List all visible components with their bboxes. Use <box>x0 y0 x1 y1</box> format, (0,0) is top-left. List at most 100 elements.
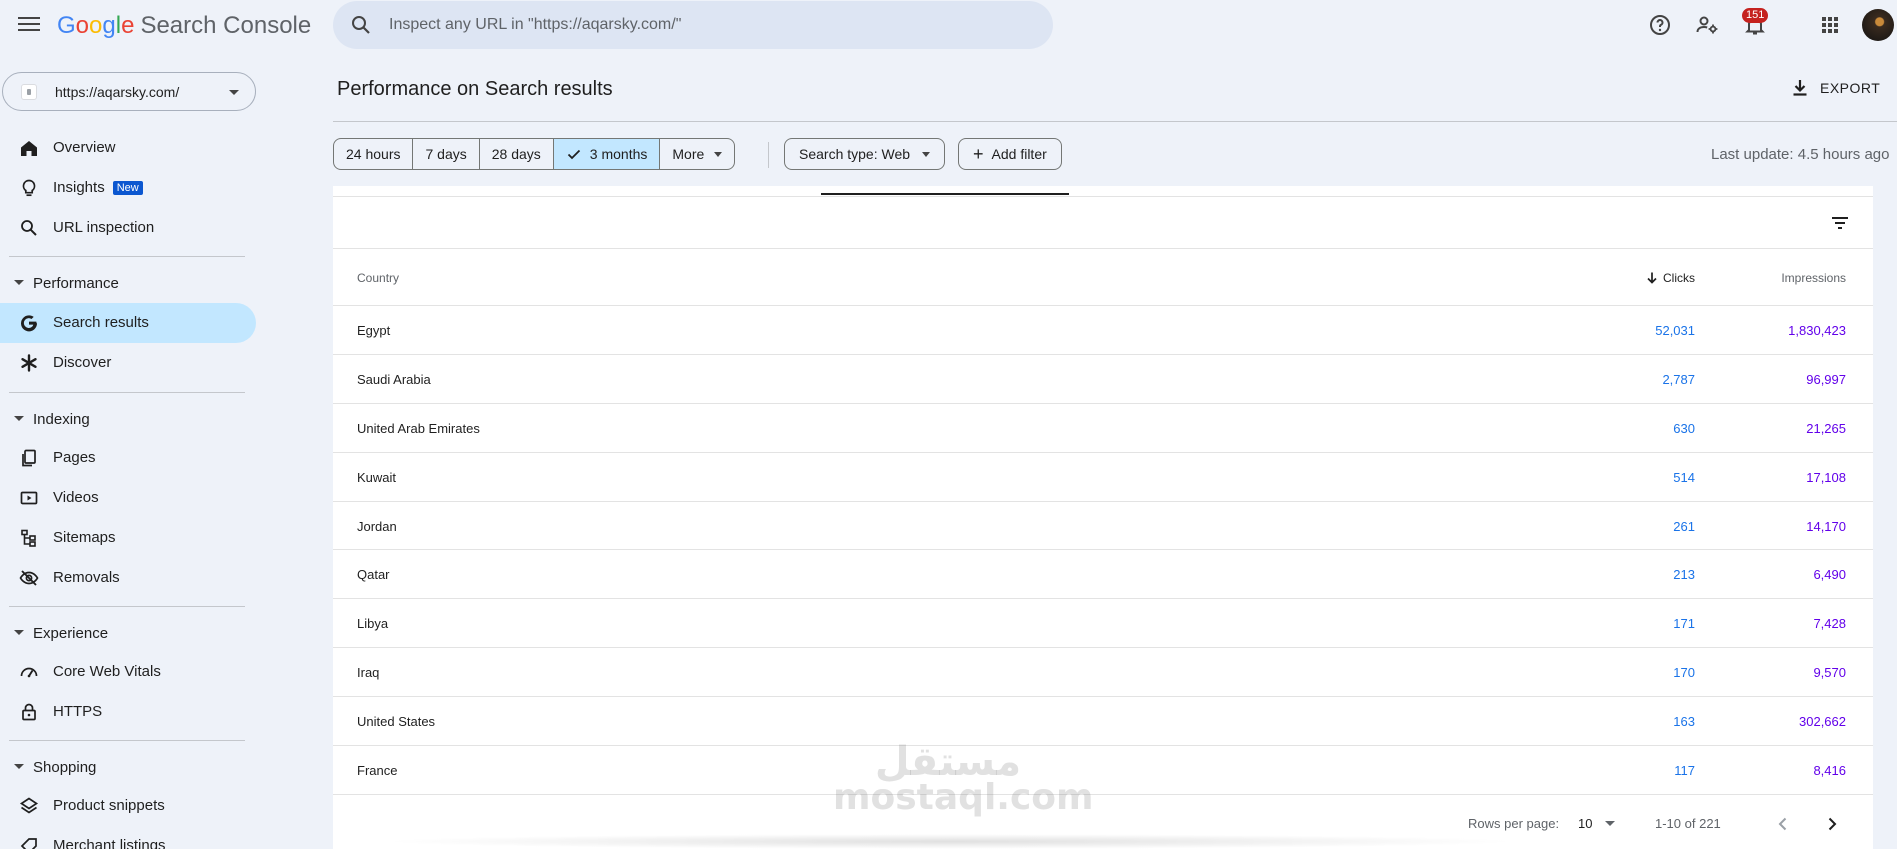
collapse-triangle-icon <box>14 280 24 285</box>
chevron-left-icon[interactable] <box>1771 812 1795 836</box>
property-label: https://aqarsky.com/ <box>55 84 180 100</box>
sidebar-item-label: Removals <box>53 569 120 586</box>
filter-rows-icon[interactable] <box>1828 211 1852 235</box>
table-row[interactable]: Iraq 170 9,570 <box>333 648 1873 698</box>
help-icon[interactable] <box>1648 13 1672 37</box>
column-header-country[interactable]: Country <box>357 271 399 285</box>
sort-arrow-down-icon <box>1647 272 1657 284</box>
chevron-right-icon[interactable] <box>1820 812 1844 836</box>
cell-impressions: 9,570 <box>1813 665 1846 681</box>
chip-more[interactable]: More <box>659 138 736 170</box>
apps-grid-icon[interactable] <box>1818 13 1842 37</box>
google-letter: g <box>102 12 116 39</box>
sidebar: https://aqarsky.com/ Overview Insights Ne… <box>0 52 260 849</box>
table-row[interactable]: Egypt 52,031 1,830,423 <box>333 306 1873 355</box>
sidebar-item-label: Sitemaps <box>53 529 116 546</box>
plus-icon: + <box>973 144 984 164</box>
section-shopping[interactable]: Shopping <box>0 752 256 782</box>
table-row[interactable]: Libya 171 7,428 <box>333 599 1873 649</box>
export-button[interactable]: EXPORT <box>1790 78 1880 98</box>
column-header-clicks[interactable]: Clicks <box>1645 271 1695 285</box>
tag-icon <box>20 838 37 849</box>
sidebar-item-search-results[interactable]: Search results <box>0 303 256 343</box>
chevron-down-icon[interactable] <box>1605 821 1615 826</box>
account-avatar[interactable] <box>1862 9 1894 41</box>
cell-clicks: 261 <box>1673 518 1695 534</box>
collapse-triangle-icon <box>14 416 24 421</box>
sidebar-item-https[interactable]: HTTPS <box>0 692 256 732</box>
speedometer-icon <box>20 667 38 678</box>
search-icon <box>21 220 37 236</box>
results-table-card: Country Clicks Impressions Egypt 52,031 1,… <box>333 186 1873 849</box>
chip-3-months[interactable]: 3 months <box>552 138 661 170</box>
sidebar-item-label: Discover <box>53 354 112 371</box>
google-letter: G <box>57 12 76 39</box>
sidebar-item-label: Merchant listings <box>53 837 166 849</box>
google-letter: o <box>75 12 90 39</box>
sidebar-item-label: Videos <box>53 489 99 506</box>
cell-country: Egypt <box>357 323 391 338</box>
sidebar-item-url-inspection[interactable]: URL inspection <box>0 208 256 248</box>
sidebar-divider <box>9 392 245 393</box>
sidebar-item-pages[interactable]: Pages <box>0 438 256 478</box>
add-filter-button[interactable]: + Add filter <box>958 138 1062 170</box>
section-experience[interactable]: Experience <box>0 618 256 648</box>
sidebar-item-discover[interactable]: Discover <box>0 343 256 383</box>
sidebar-item-merchant-listings[interactable]: Merchant listings <box>0 826 256 849</box>
add-filter-label: Add filter <box>991 146 1047 162</box>
sidebar-item-label: Overview <box>53 139 116 156</box>
download-icon <box>1793 80 1807 96</box>
table-row[interactable]: United States 163 302,662 <box>333 697 1873 747</box>
search-input[interactable] <box>389 11 1009 39</box>
sidebar-item-insights[interactable]: Insights New <box>0 168 256 208</box>
table-row[interactable]: Qatar 213 6,490 <box>333 550 1873 600</box>
pages-icon <box>22 449 36 467</box>
url-inspection-search[interactable] <box>333 1 1053 49</box>
user-settings-icon[interactable] <box>1695 13 1719 37</box>
table-row[interactable]: Jordan 261 14,170 <box>333 502 1873 551</box>
collapse-triangle-icon <box>14 630 24 635</box>
chip-label: 3 months <box>589 146 648 162</box>
sidebar-item-core-web-vitals[interactable]: Core Web Vitals <box>0 652 256 692</box>
section-label: Experience <box>33 625 109 642</box>
visibility-off-icon <box>19 570 39 586</box>
section-indexing[interactable]: Indexing <box>0 404 256 434</box>
section-label: Indexing <box>33 411 90 428</box>
app-logo[interactable]: Google Search Console <box>57 12 311 40</box>
section-performance[interactable]: Performance <box>0 268 256 298</box>
table-body: Egypt 52,031 1,830,423 Saudi Arabia 2,787 96,… <box>333 306 1873 795</box>
cell-impressions: 8,416 <box>1813 763 1846 779</box>
column-header-impressions[interactable]: Impressions <box>1781 271 1846 285</box>
chip-28-days[interactable]: 28 days <box>478 138 554 170</box>
google-wordmark: Google <box>57 12 134 39</box>
chip-24-hours[interactable]: 24 hours <box>333 138 414 170</box>
sidebar-item-removals[interactable]: Removals <box>0 558 256 598</box>
table-row[interactable]: Saudi Arabia 2,787 96,997 <box>333 355 1873 404</box>
tab-divider <box>333 196 1873 197</box>
sidebar-item-videos[interactable]: Videos <box>0 478 256 518</box>
layers-icon <box>19 797 39 814</box>
cell-clicks: 2,787 <box>1662 371 1695 387</box>
cell-clicks: 171 <box>1673 616 1695 632</box>
search-type-filter[interactable]: Search type: Web <box>784 138 946 170</box>
sidebar-item-overview[interactable]: Overview <box>0 128 256 168</box>
cell-country: France <box>357 763 398 779</box>
table-row[interactable]: Kuwait 514 17,108 <box>333 453 1873 502</box>
sidebar-item-sitemaps[interactable]: Sitemaps <box>0 518 256 558</box>
sidebar-item-product-snippets[interactable]: Product snippets <box>0 786 256 826</box>
lock-icon <box>22 703 36 721</box>
property-selector[interactable]: https://aqarsky.com/ <box>2 72 256 111</box>
cell-country: Kuwait <box>357 469 397 485</box>
chip-label: 24 hours <box>346 146 401 162</box>
sidebar-item-label: Pages <box>53 449 96 466</box>
table-row[interactable]: France 117 8,416 <box>333 746 1873 795</box>
main-menu-icon[interactable] <box>18 14 40 36</box>
chip-label: More <box>672 146 705 162</box>
table-row[interactable]: United Arab Emirates 630 21,265 <box>333 404 1873 453</box>
cell-country: Iraq <box>357 665 380 681</box>
cell-impressions: 6,490 <box>1813 567 1846 583</box>
rows-per-page-select[interactable]: 10 <box>1578 816 1592 831</box>
cell-impressions: 1,830,423 <box>1788 323 1846 338</box>
last-update-text: Last update: 4.5 hours ago <box>1711 146 1890 163</box>
chip-7-days[interactable]: 7 days <box>412 138 480 170</box>
